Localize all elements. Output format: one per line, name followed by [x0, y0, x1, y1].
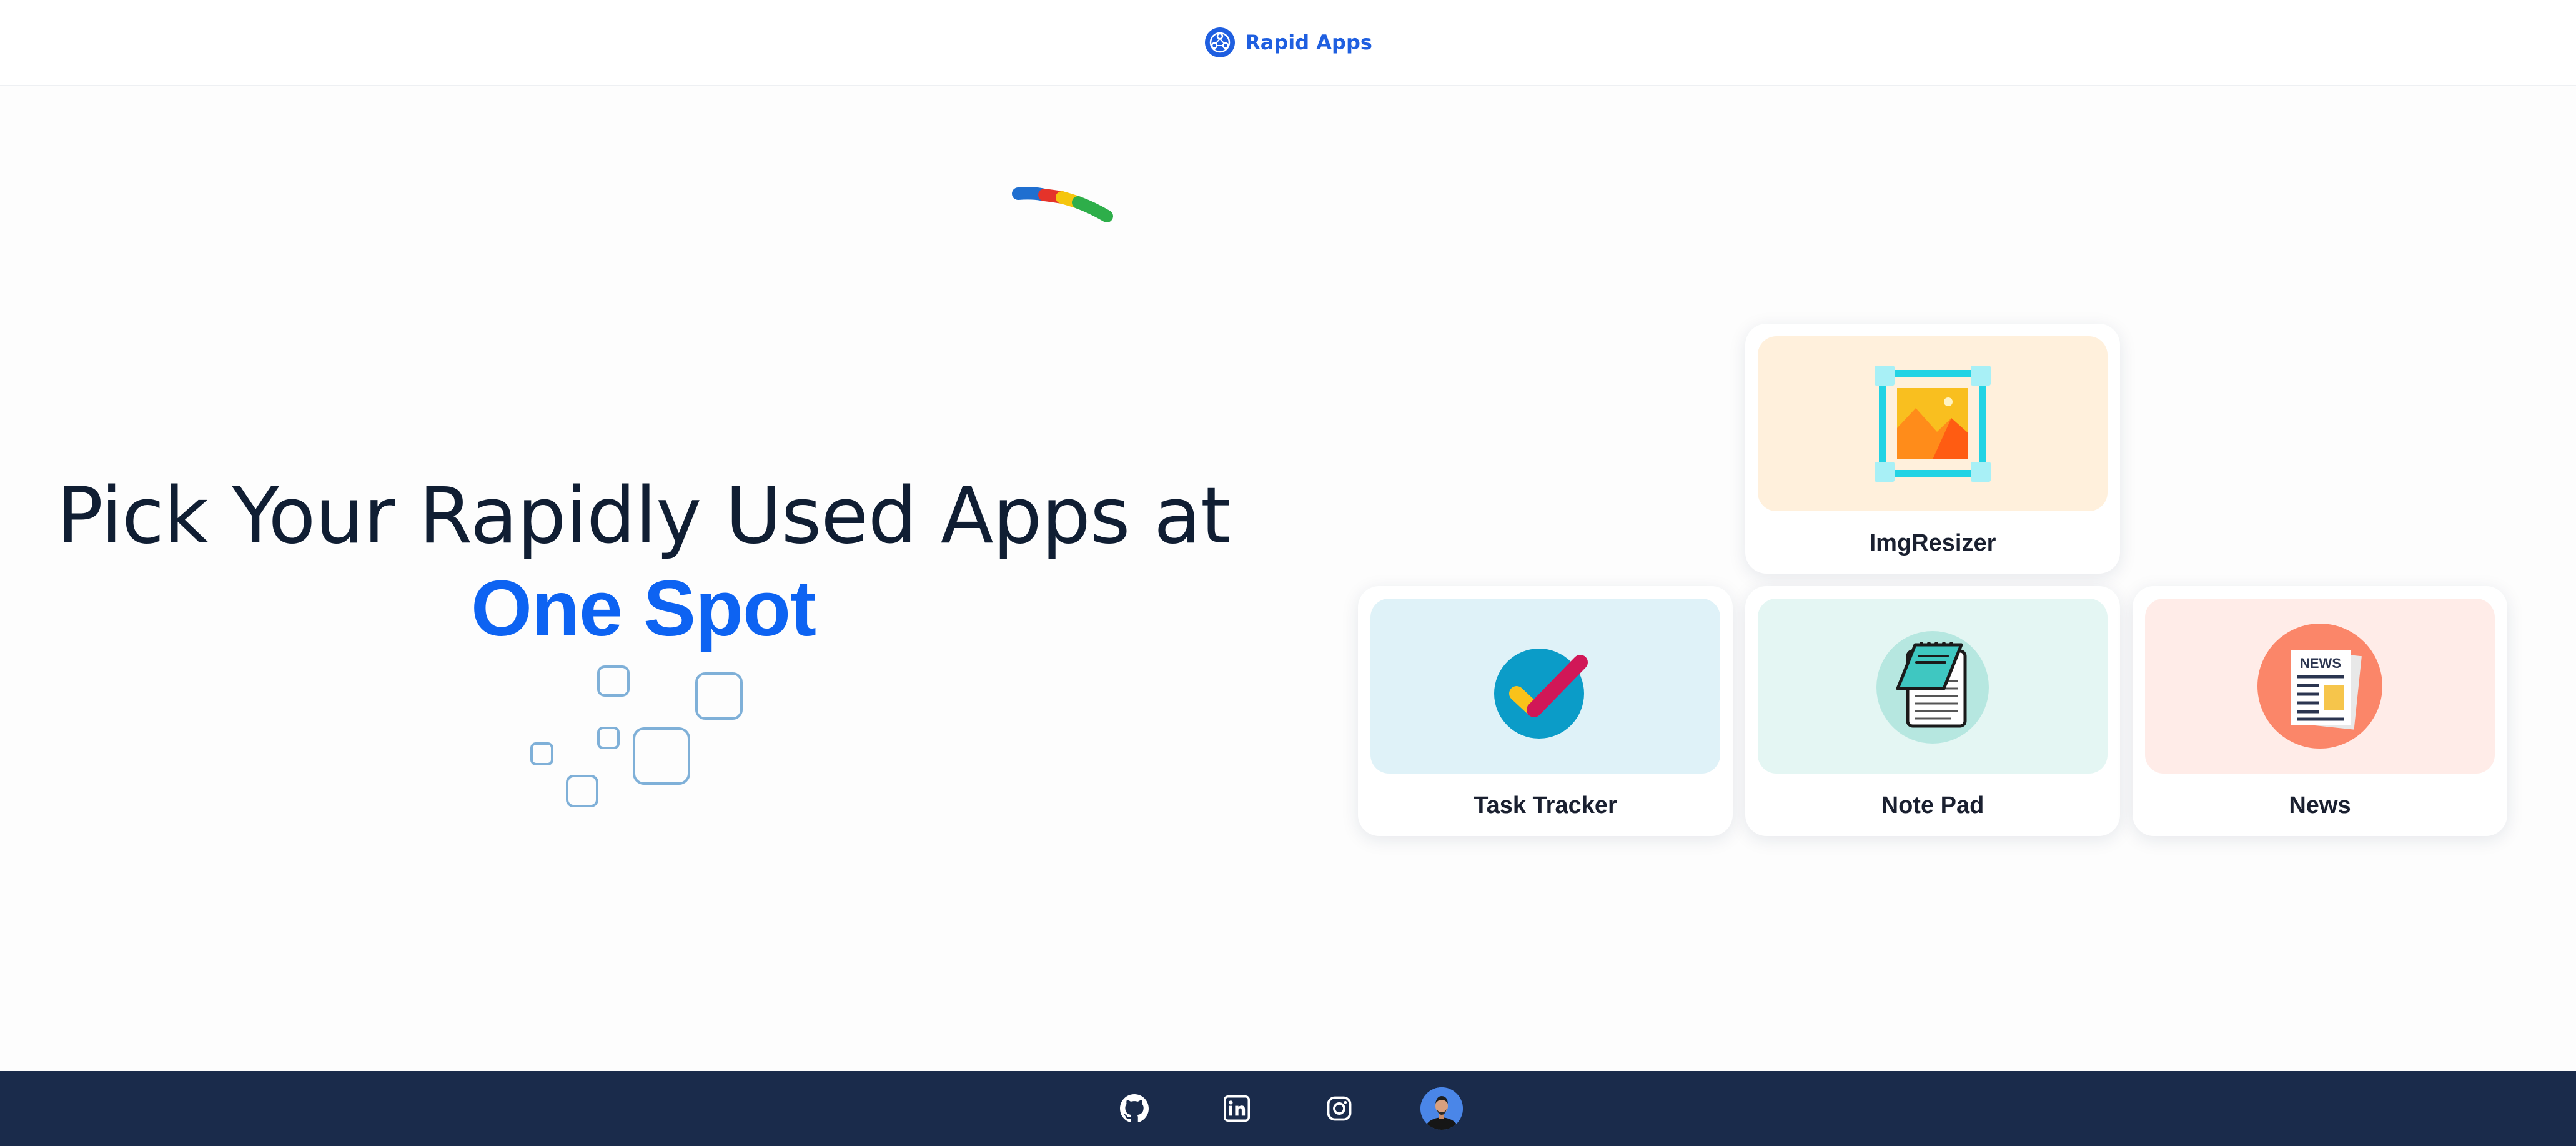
- app-card-label: Task Tracker: [1474, 792, 1617, 819]
- brand-name: Rapid Apps: [1245, 31, 1372, 54]
- linkedin-link[interactable]: [1212, 1084, 1261, 1133]
- github-icon: [1120, 1094, 1149, 1122]
- squares-decoration: [530, 665, 743, 807]
- github-link[interactable]: [1110, 1084, 1159, 1133]
- color-streak-decoration: [1012, 187, 1113, 222]
- image-resize-icon: [1875, 366, 1991, 482]
- notepad-icon: [1876, 631, 1989, 744]
- top-navbar: Rapid Apps: [0, 0, 2576, 86]
- app-card-media: [1758, 336, 2108, 511]
- app-card-note-pad[interactable]: Note Pad: [1745, 586, 2120, 836]
- brand-link[interactable]: Rapid Apps: [1204, 26, 1372, 59]
- hero-heading-line1: Pick Your Rapidly Used Apps at: [56, 471, 1231, 561]
- newspaper-icon: NEWS: [2257, 624, 2382, 749]
- task-check-icon: [1494, 649, 1588, 739]
- app-card-label: ImgResizer: [1869, 530, 1996, 556]
- profile-link[interactable]: [1417, 1084, 1466, 1133]
- app-logo-icon: [1205, 27, 1236, 57]
- hero-heading: Pick Your Rapidly Used Apps at One Spot: [0, 470, 1287, 655]
- app-card-label: Note Pad: [1881, 792, 1984, 819]
- app-card-media: [1370, 599, 1720, 774]
- instagram-link[interactable]: [1315, 1084, 1364, 1133]
- app-card-media: NEWS: [2145, 599, 2495, 774]
- app-card-news[interactable]: NEWS News: [2133, 586, 2507, 836]
- app-card-label: News: [2289, 792, 2351, 819]
- footer: [0, 1071, 2576, 1146]
- app-card-imgresizer[interactable]: ImgResizer: [1745, 324, 2120, 574]
- instagram-icon: [1327, 1096, 1352, 1121]
- linkedin-icon: [1224, 1095, 1250, 1122]
- app-card-media: [1758, 599, 2108, 774]
- hero-heading-accent: One Spot: [471, 564, 816, 652]
- news-icon-text: NEWS: [2300, 655, 2341, 671]
- profile-avatar: [1420, 1087, 1463, 1130]
- app-card-task-tracker[interactable]: Task Tracker: [1358, 586, 1733, 836]
